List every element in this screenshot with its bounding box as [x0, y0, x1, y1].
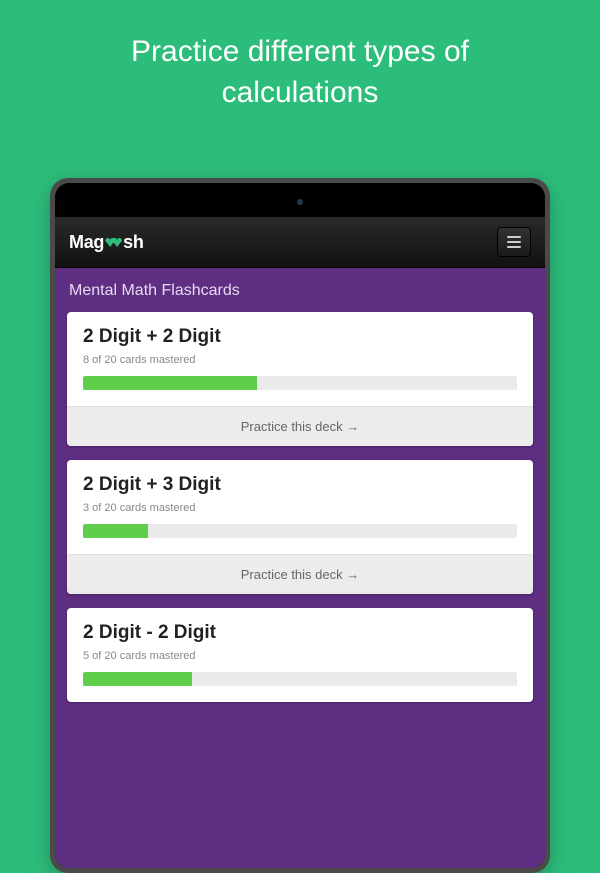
progress-bar — [83, 524, 517, 538]
deck-progress-text: 5 of 20 cards mastered — [83, 650, 517, 662]
deck-title: 2 Digit + 3 Digit — [83, 474, 517, 496]
section-title: Mental Math Flashcards — [67, 282, 533, 300]
hamburger-icon — [507, 236, 521, 238]
logo: Mag sh — [69, 232, 144, 253]
practice-deck-button[interactable]: Practice this deck → — [67, 406, 533, 446]
deck-card: 2 Digit + 2 Digit 8 of 20 cards mastered… — [67, 312, 533, 446]
deck-card: 2 Digit + 3 Digit 3 of 20 cards mastered… — [67, 460, 533, 594]
app-header: Mag sh — [55, 217, 545, 268]
progress-bar — [83, 672, 517, 686]
practice-deck-button[interactable]: Practice this deck → — [67, 554, 533, 594]
tablet-camera — [297, 199, 303, 205]
hero-headline: Practice different types of calculations — [0, 0, 600, 149]
menu-button[interactable] — [497, 227, 531, 257]
progress-fill — [83, 672, 192, 686]
deck-info: 2 Digit + 2 Digit 8 of 20 cards mastered — [67, 312, 533, 406]
progress-bar — [83, 376, 517, 390]
deck-info: 2 Digit + 3 Digit 3 of 20 cards mastered — [67, 460, 533, 554]
tablet-screen: Mag sh Mental Math Flashcards 2 Digit + … — [55, 183, 545, 868]
hamburger-icon — [507, 246, 521, 248]
logo-text-pre: Mag — [69, 232, 104, 253]
logo-hearts-icon — [105, 237, 122, 247]
logo-text-post: sh — [123, 232, 143, 253]
progress-fill — [83, 376, 257, 390]
deck-progress-text: 3 of 20 cards mastered — [83, 502, 517, 514]
progress-fill — [83, 524, 148, 538]
deck-progress-text: 8 of 20 cards mastered — [83, 354, 517, 366]
hamburger-icon — [507, 241, 521, 243]
app-body: Mental Math Flashcards 2 Digit + 2 Digit… — [55, 268, 545, 868]
deck-card: 2 Digit - 2 Digit 5 of 20 cards mastered — [67, 608, 533, 702]
deck-info: 2 Digit - 2 Digit 5 of 20 cards mastered — [67, 608, 533, 702]
deck-title: 2 Digit - 2 Digit — [83, 622, 517, 644]
tablet-frame: Mag sh Mental Math Flashcards 2 Digit + … — [50, 178, 550, 873]
deck-title: 2 Digit + 2 Digit — [83, 326, 517, 348]
